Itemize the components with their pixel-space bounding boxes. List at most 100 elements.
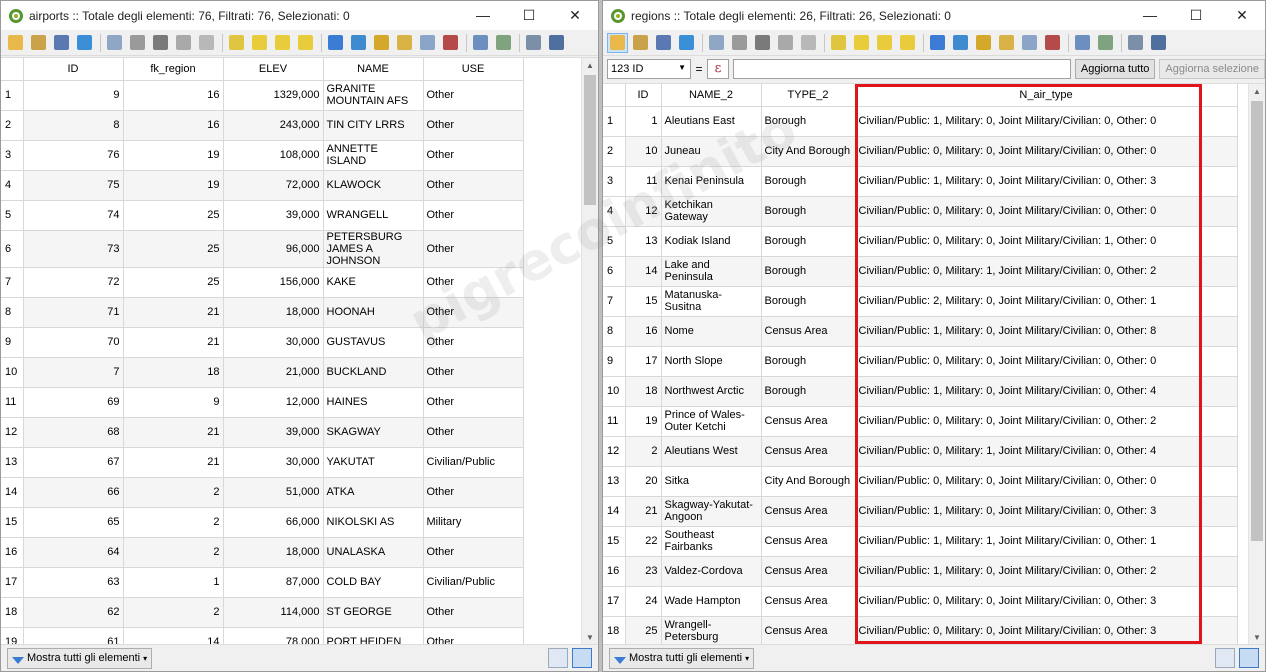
maximize-button[interactable]: ☐ <box>506 1 552 30</box>
table-row[interactable]: 13 20 Sitka City And Borough Civilian/Public… <box>603 466 1238 497</box>
table-cell[interactable]: BUCKLAND <box>323 357 424 388</box>
close-button[interactable]: ✕ <box>552 1 598 30</box>
table-cell[interactable]: Other <box>423 417 524 448</box>
table-cell[interactable]: GUSTAVUS <box>323 327 424 358</box>
row-number[interactable]: 7 <box>603 286 626 317</box>
table-view-button[interactable] <box>572 648 592 668</box>
table-row[interactable]: 2 8 16 243,000 TIN CITY LRRS Other <box>1 110 524 141</box>
save-button[interactable] <box>51 33 72 53</box>
row-number[interactable]: 13 <box>603 466 626 497</box>
table-cell[interactable]: Aleutians West <box>661 436 762 467</box>
field-calculator-button[interactable] <box>470 33 491 53</box>
row-number[interactable]: 17 <box>603 586 626 617</box>
table-cell[interactable]: 74 <box>23 200 124 231</box>
row-number[interactable]: 4 <box>1 170 24 201</box>
table-row[interactable]: 18 25 Wrangell-Petersburg Census Area Civili… <box>603 616 1238 646</box>
table-cell[interactable]: 16 <box>123 110 224 141</box>
table-cell[interactable]: 2 <box>123 597 224 628</box>
table-cell[interactable]: UNALASKA <box>323 537 424 568</box>
table-cell[interactable]: Ketchikan Gateway <box>661 196 762 227</box>
table-cell[interactable]: 75 <box>23 170 124 201</box>
delete-feature-button[interactable] <box>729 33 750 53</box>
table-cell[interactable]: 25 <box>123 200 224 231</box>
table-row[interactable]: 10 18 Northwest Arctic Borough Civilian/Publ… <box>603 376 1238 407</box>
table-cell[interactable]: 9 <box>23 80 124 111</box>
paste-button[interactable] <box>196 33 217 53</box>
table-view-button[interactable] <box>1239 648 1259 668</box>
move-selection-top-button[interactable] <box>950 33 971 53</box>
row-number[interactable]: 8 <box>1 297 24 328</box>
table-row[interactable]: 12 68 21 39,000 SKAGWAY Other <box>1 417 524 448</box>
table-cell[interactable]: Civilian/Public: 0, Military: 0, Joint M… <box>855 616 1238 646</box>
delete-field-button[interactable] <box>440 33 461 53</box>
table-row[interactable]: 12 2 Aleutians West Census Area Civilian/Pub… <box>603 436 1238 467</box>
column-header[interactable]: ID <box>625 84 662 107</box>
edit-pencil-button[interactable] <box>5 33 26 53</box>
table-cell[interactable]: KAKE <box>323 267 424 298</box>
table-cell[interactable]: Other <box>423 327 524 358</box>
table-cell[interactable]: Southeast Fairbanks <box>661 526 762 557</box>
expression-input[interactable] <box>732 59 1071 79</box>
table-cell[interactable]: Aleutians East <box>661 106 762 137</box>
table-cell[interactable]: TIN CITY LRRS <box>323 110 424 141</box>
table-row[interactable]: 11 19 Prince of Wales-Outer Ketchi Census A… <box>603 406 1238 437</box>
title-bar[interactable]: regions :: Totale degli elementi: 26, Fi… <box>603 1 1265 30</box>
pan-to-selected-button[interactable] <box>973 33 994 53</box>
table-row[interactable]: 11 69 9 12,000 HAINES Other <box>1 387 524 418</box>
table-row[interactable]: 16 64 2 18,000 UNALASKA Other <box>1 537 524 568</box>
table-cell[interactable]: Sitka <box>661 466 762 497</box>
table-cell[interactable]: Other <box>423 80 524 111</box>
multi-edit-button[interactable] <box>28 33 49 53</box>
table-cell[interactable]: City And Borough <box>761 136 856 167</box>
table-cell[interactable]: 21 <box>123 447 224 478</box>
row-number[interactable]: 18 <box>1 597 24 628</box>
table-cell[interactable]: Census Area <box>761 586 856 617</box>
table-cell[interactable]: Civilian/Public: 1, Military: 0, Joint M… <box>855 166 1238 197</box>
table-cell[interactable]: Military <box>423 507 524 538</box>
table-cell[interactable]: Civilian/Public: 0, Military: 0, Joint M… <box>855 136 1238 167</box>
table-cell[interactable]: Civilian/Public: 1, Military: 0, Joint M… <box>855 556 1238 587</box>
scroll-up-icon[interactable]: ▲ <box>582 58 598 74</box>
table-row[interactable]: 16 23 Valdez-Cordova Census Area Civilian/Pu… <box>603 556 1238 587</box>
multi-edit-button[interactable] <box>630 33 651 53</box>
delete-feature-button[interactable] <box>127 33 148 53</box>
table-corner[interactable] <box>1 58 24 81</box>
table-cell[interactable]: Other <box>423 170 524 201</box>
title-bar[interactable]: airports :: Totale degli elementi: 76, F… <box>1 1 598 30</box>
table-cell[interactable]: Census Area <box>761 526 856 557</box>
new-field-button[interactable] <box>1019 33 1040 53</box>
row-number[interactable]: 9 <box>1 327 24 358</box>
table-cell[interactable]: Civilian/Public: 1, Military: 0, Joint M… <box>855 496 1238 527</box>
table-cell[interactable]: Census Area <box>761 556 856 587</box>
conditional-formatting-button[interactable] <box>1095 33 1116 53</box>
table-cell[interactable]: 18,000 <box>223 297 324 328</box>
table-cell[interactable]: SKAGWAY <box>323 417 424 448</box>
table-cell[interactable]: 18 <box>625 376 662 407</box>
table-cell[interactable]: 11 <box>625 166 662 197</box>
row-number[interactable]: 3 <box>1 140 24 171</box>
column-header[interactable]: N_air_type <box>855 84 1238 107</box>
row-number[interactable]: 6 <box>1 230 24 268</box>
table-row[interactable]: 10 7 18 21,000 BUCKLAND Other <box>1 357 524 388</box>
table-row[interactable]: 3 76 19 108,000 ANNETTE ISLAND Other <box>1 140 524 171</box>
update-all-button[interactable]: Aggiorna tutto <box>1074 59 1156 79</box>
table-row[interactable]: 13 67 21 30,000 YAKUTAT Civilian/Public <box>1 447 524 478</box>
table-cell[interactable]: 70 <box>23 327 124 358</box>
table-cell[interactable]: Other <box>423 267 524 298</box>
maximize-button[interactable]: ☐ <box>1173 1 1219 30</box>
table-cell[interactable]: Juneau <box>661 136 762 167</box>
table-cell[interactable]: 39,000 <box>223 417 324 448</box>
table-cell[interactable]: 65 <box>23 507 124 538</box>
table-cell[interactable]: 23 <box>625 556 662 587</box>
row-number[interactable]: 8 <box>603 316 626 347</box>
table-cell[interactable]: Borough <box>761 376 856 407</box>
table-cell[interactable]: 62 <box>23 597 124 628</box>
table-cell[interactable]: 25 <box>625 616 662 646</box>
table-cell[interactable]: Other <box>423 477 524 508</box>
table-cell[interactable]: Borough <box>761 166 856 197</box>
table-cell[interactable]: Civilian/Public: 1, Military: 0, Joint M… <box>855 316 1238 347</box>
table-cell[interactable]: Civilian/Public: 0, Military: 1, Joint M… <box>855 256 1238 287</box>
add-feature-button[interactable] <box>706 33 727 53</box>
table-cell[interactable]: Civilian/Public: 0, Military: 0, Joint M… <box>855 346 1238 377</box>
scrollbar-thumb[interactable] <box>584 75 596 205</box>
